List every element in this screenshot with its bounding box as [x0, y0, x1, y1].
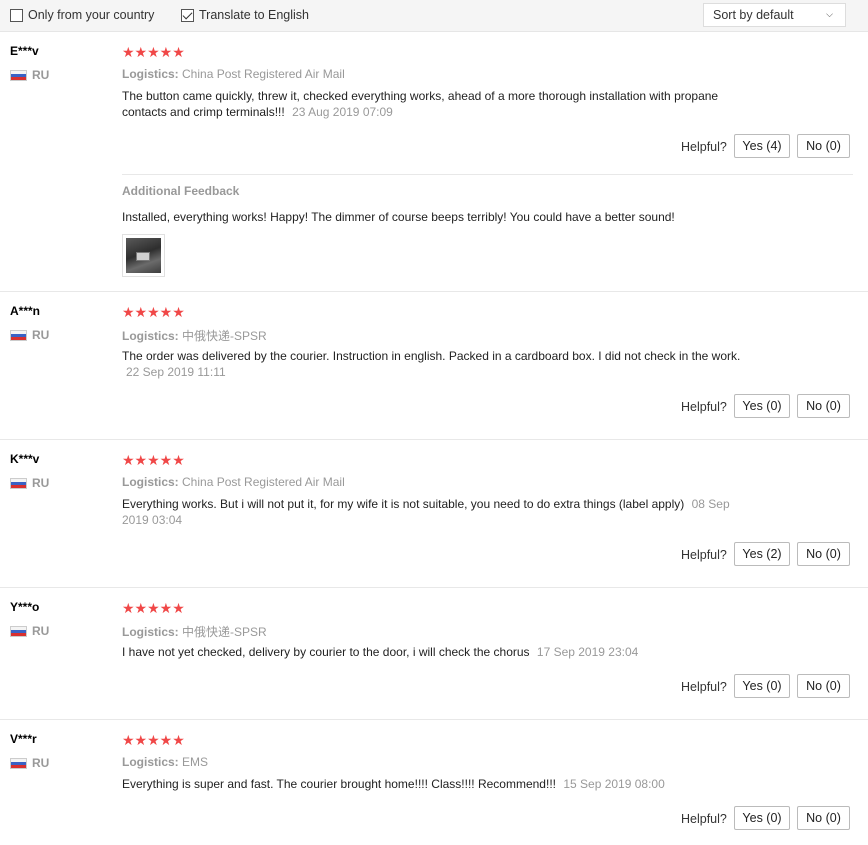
- review-body: Everything works. But i will not put it,…: [122, 497, 685, 511]
- review-text: The button came quickly, threw it, check…: [122, 88, 742, 120]
- russia-flag-icon: [10, 477, 27, 489]
- review-item: A***n RU ★★★★★ Logistics: 中俄快递-SPSR The …: [0, 292, 868, 440]
- additional-feedback-heading: Additional Feedback: [122, 184, 240, 198]
- review-text: The order was delivered by the courier. …: [122, 348, 742, 380]
- helpful-yes-button[interactable]: Yes (4): [734, 134, 790, 158]
- logistics-info: Logistics: 中俄快递-SPSR: [122, 327, 267, 344]
- logistics-value: 中俄快递-SPSR: [182, 625, 267, 639]
- russia-flag-icon: [10, 757, 27, 769]
- reviewer-name: V***r: [10, 732, 37, 746]
- star-rating: ★★★★★: [122, 304, 185, 320]
- review-body: I have not yet checked, delivery by cour…: [122, 645, 530, 659]
- reviewer-country: RU: [10, 476, 49, 490]
- star-rating: ★★★★★: [122, 732, 185, 748]
- review-photo-thumbnail[interactable]: [122, 234, 165, 277]
- logistics-label: Logistics:: [122, 67, 179, 81]
- review-item: V***r RU ★★★★★ Logistics: EMS Everything…: [0, 720, 868, 845]
- logistics-label: Logistics:: [122, 625, 179, 639]
- helpful-no-button[interactable]: No (0): [797, 394, 850, 418]
- helpful-no-button[interactable]: No (0): [797, 542, 850, 566]
- translate-label: Translate to English: [199, 8, 310, 22]
- helpful-yes-button[interactable]: Yes (0): [734, 806, 790, 830]
- checkbox-box-checked[interactable]: [181, 8, 194, 22]
- helpful-label: Helpful?: [681, 548, 727, 562]
- reviewer-country: RU: [10, 328, 49, 342]
- only-my-country-label: Only from your country: [28, 8, 155, 22]
- review-text: I have not yet checked, delivery by cour…: [122, 644, 742, 660]
- sort-select[interactable]: Sort by default ⌵: [703, 3, 846, 27]
- reviewer-name: Y***o: [10, 600, 40, 614]
- review-date: 15 Sep 2019 08:00: [563, 777, 665, 791]
- logistics-value: China Post Registered Air Mail: [182, 475, 345, 489]
- helpful-no-button[interactable]: No (0): [797, 134, 850, 158]
- star-rating: ★★★★★: [122, 600, 185, 616]
- chevron-down-icon: ⌵: [826, 9, 833, 19]
- review-item: Y***o RU ★★★★★ Logistics: 中俄快递-SPSR I ha…: [0, 588, 868, 720]
- helpful-yes-button[interactable]: Yes (0): [734, 674, 790, 698]
- logistics-label: Logistics:: [122, 755, 179, 769]
- helpful-label: Helpful?: [681, 140, 727, 154]
- star-rating: ★★★★★: [122, 44, 185, 60]
- logistics-value: EMS: [182, 755, 209, 769]
- country-code: RU: [32, 624, 50, 638]
- review-body: Everything is super and fast. The courie…: [122, 777, 556, 791]
- helpful-label: Helpful?: [681, 400, 727, 414]
- reviewer-country: RU: [10, 756, 49, 770]
- translate-checkbox[interactable]: Translate to English: [181, 7, 309, 23]
- review-text: Everything works. But i will not put it,…: [122, 496, 742, 528]
- helpful-no-button[interactable]: No (0): [797, 806, 850, 830]
- review-date: 22 Sep 2019 11:11: [126, 365, 226, 379]
- reviewer-name: A***n: [10, 304, 41, 318]
- only-my-country-checkbox[interactable]: Only from your country: [10, 7, 154, 23]
- review-item: K***v RU ★★★★★ Logistics: China Post Reg…: [0, 440, 868, 588]
- logistics-value: 中俄快递-SPSR: [182, 329, 267, 343]
- review-date: 23 Aug 2019 07:09: [292, 105, 393, 119]
- country-code: RU: [32, 476, 50, 490]
- review-item: E***v RU ★★★★★ Logistics: China Post Reg…: [0, 32, 868, 292]
- russia-flag-icon: [10, 625, 27, 637]
- review-photo-image: [126, 238, 161, 273]
- review-text: Everything is super and fast. The courie…: [122, 776, 742, 792]
- helpful-label: Helpful?: [681, 812, 727, 826]
- review-body: The order was delivered by the courier. …: [122, 349, 741, 363]
- reviewer-country: RU: [10, 68, 49, 82]
- russia-flag-icon: [10, 69, 27, 81]
- logistics-info: Logistics: EMS: [122, 755, 208, 769]
- reviewer-name: K***v: [10, 452, 40, 466]
- filter-bar: Only from your country Translate to Engl…: [0, 0, 868, 32]
- helpful-yes-button[interactable]: Yes (2): [734, 542, 790, 566]
- logistics-info: Logistics: China Post Registered Air Mai…: [122, 475, 345, 489]
- reviewer-country: RU: [10, 624, 49, 638]
- star-rating: ★★★★★: [122, 452, 185, 468]
- country-code: RU: [32, 756, 50, 770]
- helpful-no-button[interactable]: No (0): [797, 674, 850, 698]
- russia-flag-icon: [10, 329, 27, 341]
- logistics-label: Logistics:: [122, 475, 179, 489]
- additional-feedback-text: Installed, everything works! Happy! The …: [122, 210, 675, 224]
- feedback-divider: [122, 174, 853, 175]
- review-body: The button came quickly, threw it, check…: [122, 89, 719, 119]
- helpful-yes-button[interactable]: Yes (0): [734, 394, 790, 418]
- country-code: RU: [32, 328, 50, 342]
- logistics-value: China Post Registered Air Mail: [182, 67, 345, 81]
- sort-select-value: Sort by default: [713, 8, 794, 22]
- checkbox-box[interactable]: [10, 8, 23, 22]
- reviewer-name: E***v: [10, 44, 39, 58]
- review-date: 17 Sep 2019 23:04: [536, 645, 639, 659]
- logistics-info: Logistics: China Post Registered Air Mai…: [122, 67, 345, 81]
- logistics-info: Logistics: 中俄快递-SPSR: [122, 623, 267, 640]
- country-code: RU: [32, 68, 50, 82]
- helpful-label: Helpful?: [681, 680, 727, 694]
- logistics-label: Logistics:: [122, 329, 179, 343]
